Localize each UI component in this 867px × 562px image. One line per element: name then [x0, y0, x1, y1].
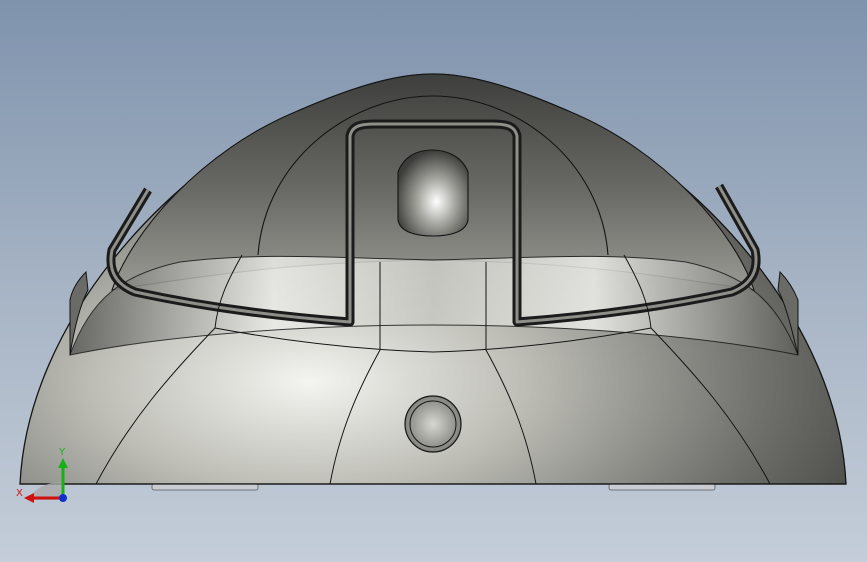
round-hole[interactable] — [404, 395, 462, 453]
z-axis-icon — [59, 494, 67, 502]
x-axis-label: X — [16, 488, 23, 499]
base-foot-left — [151, 483, 259, 491]
base-foot-right — [608, 483, 716, 491]
x-axis-arrow-icon — [24, 493, 34, 503]
model-canvas[interactable]: Y X — [0, 0, 867, 562]
dome-body[interactable] — [19, 73, 847, 491]
y-axis-label: Y — [58, 447, 66, 458]
graphics-viewport[interactable]: Y X — [0, 0, 867, 562]
center-knob[interactable] — [397, 149, 469, 237]
